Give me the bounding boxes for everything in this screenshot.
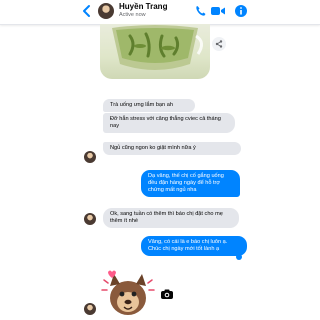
share-icon	[215, 40, 223, 48]
info-icon[interactable]	[234, 4, 248, 18]
chat-header: Huyền Trang Active now	[0, 0, 320, 25]
active-status: Active now	[119, 12, 146, 18]
shared-photo-tea[interactable]	[100, 24, 210, 79]
message-bubble-incoming[interactable]: Trà uống ưng lắm bạn ah	[103, 99, 195, 112]
sticker-image[interactable]	[100, 268, 156, 320]
back-arrow-icon[interactable]	[80, 4, 94, 18]
message-bubble-outgoing[interactable]: Vâng, có cái là e báo chị luôn ạ. Chúc c…	[141, 236, 247, 256]
message-bubble-outgoing[interactable]: Dạ vâng, thế chị cố gắng uống đều đặn hà…	[141, 170, 240, 197]
contact-avatar-small[interactable]	[84, 303, 96, 315]
share-button[interactable]	[212, 37, 226, 51]
message-bubble-incoming[interactable]: Đỡ hẳn stress với căng thẳng cviec cả th…	[103, 113, 235, 133]
seen-indicator	[236, 254, 242, 260]
message-bubble-incoming[interactable]: Ngủ cũng ngon ko giật mình nữa ý	[103, 142, 241, 155]
video-camera-icon[interactable]	[210, 4, 226, 18]
contact-avatar[interactable]	[98, 3, 114, 19]
message-bubble-incoming[interactable]: Ok, sang tuần có thêm thì báo chị đặt ch…	[103, 208, 239, 228]
contact-avatar-small[interactable]	[84, 213, 96, 225]
contact-avatar-small[interactable]	[84, 151, 96, 163]
phone-icon[interactable]	[194, 4, 208, 18]
contact-name[interactable]: Huyền Trang	[119, 2, 167, 11]
camera-icon[interactable]	[160, 287, 174, 301]
